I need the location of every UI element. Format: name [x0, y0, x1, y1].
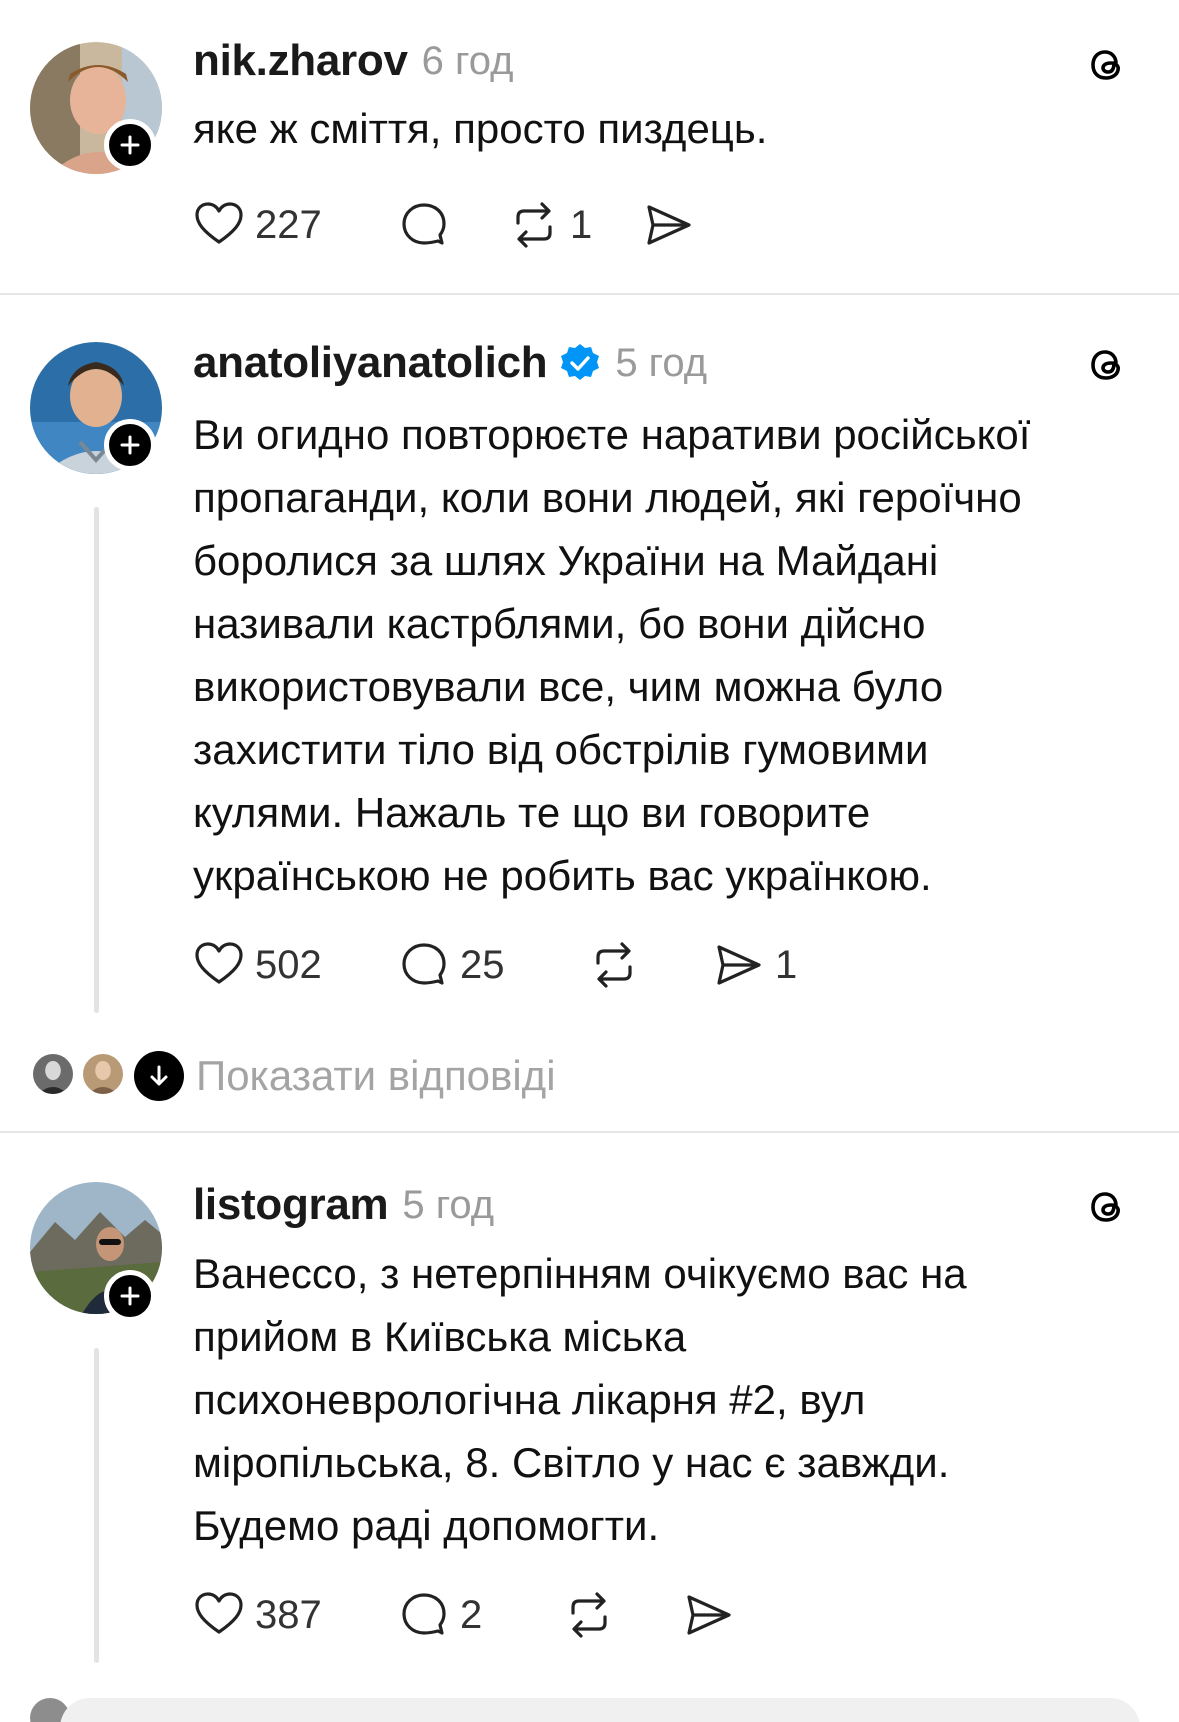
repost-count: 1: [570, 202, 593, 247]
heart-icon: [195, 202, 243, 244]
repost-icon: [596, 942, 632, 988]
reply-composer[interactable]: [60, 1698, 1140, 1722]
timestamp: 6 год: [421, 38, 514, 83]
comment-icon: [402, 203, 446, 245]
thread-line: [94, 1348, 99, 1663]
repost-button[interactable]: [563, 1587, 615, 1643]
like-button[interactable]: 502: [193, 937, 322, 993]
reply-count: 2: [460, 1592, 483, 1637]
follow-button[interactable]: [104, 119, 156, 171]
share-button[interactable]: [643, 197, 695, 253]
send-icon: [647, 205, 691, 245]
reply-button[interactable]: 25: [398, 937, 505, 993]
like-count: 227: [255, 202, 322, 247]
repost-button[interactable]: [588, 937, 640, 993]
post-text: Ви огидно повторюєте наративи російської…: [193, 411, 1031, 899]
send-icon: [717, 945, 761, 985]
reply-button[interactable]: 2: [398, 1587, 482, 1643]
reply-avatar: [80, 1051, 126, 1097]
timestamp: 5 год: [615, 340, 708, 385]
divider: [0, 293, 1179, 295]
follow-button[interactable]: [104, 1270, 156, 1322]
plus-icon: [120, 135, 140, 155]
timestamp: 5 год: [402, 1182, 495, 1227]
share-count: 1: [775, 942, 798, 987]
reply-count: 25: [460, 942, 505, 987]
arrow-down-icon: [150, 1065, 168, 1086]
username[interactable]: listogram: [193, 1180, 389, 1230]
post-header: listogram 5 год: [193, 1178, 494, 1232]
threads-logo-icon[interactable]: [1083, 340, 1131, 388]
like-count: 502: [255, 942, 322, 987]
like-button[interactable]: 387: [193, 1587, 322, 1643]
show-replies-link[interactable]: Показати відповіді: [196, 1051, 556, 1101]
threads-logo-icon[interactable]: [1083, 40, 1131, 88]
username[interactable]: nik.zharov: [193, 36, 408, 86]
heart-icon: [195, 942, 243, 984]
share-button[interactable]: [683, 1587, 735, 1643]
post-header: anatoliyanatolich 5 год: [193, 336, 707, 390]
comment-icon: [402, 1593, 446, 1635]
repost-icon: [516, 202, 552, 248]
like-count: 387: [255, 1592, 322, 1637]
post-header: nik.zharov 6 год: [193, 36, 513, 86]
show-replies-row[interactable]: Показати відповіді: [30, 1045, 1130, 1105]
username[interactable]: anatoliyanatolich: [193, 338, 548, 388]
reply-avatar: [30, 1051, 76, 1097]
thread-line: [94, 507, 99, 1013]
heart-icon: [195, 1592, 243, 1634]
reply-button[interactable]: [398, 197, 450, 253]
verified-badge-icon: [561, 344, 600, 380]
send-icon: [687, 1595, 731, 1635]
repost-icon: [571, 1592, 607, 1638]
threads-logo-icon[interactable]: [1083, 1182, 1131, 1230]
plus-icon: [120, 1286, 140, 1306]
follow-button[interactable]: [104, 419, 156, 471]
repost-button[interactable]: 1: [508, 197, 592, 253]
divider: [0, 1131, 1179, 1133]
comment-icon: [402, 943, 446, 985]
expand-replies-button[interactable]: [134, 1051, 184, 1101]
share-button[interactable]: 1: [713, 937, 797, 993]
post-text: Ванессо, з нетерпінням очікуємо вас на п…: [193, 1250, 967, 1549]
post-text: яке ж сміття, просто пиздець.: [193, 105, 768, 152]
plus-icon: [120, 435, 140, 455]
like-button[interactable]: 227: [193, 197, 322, 253]
